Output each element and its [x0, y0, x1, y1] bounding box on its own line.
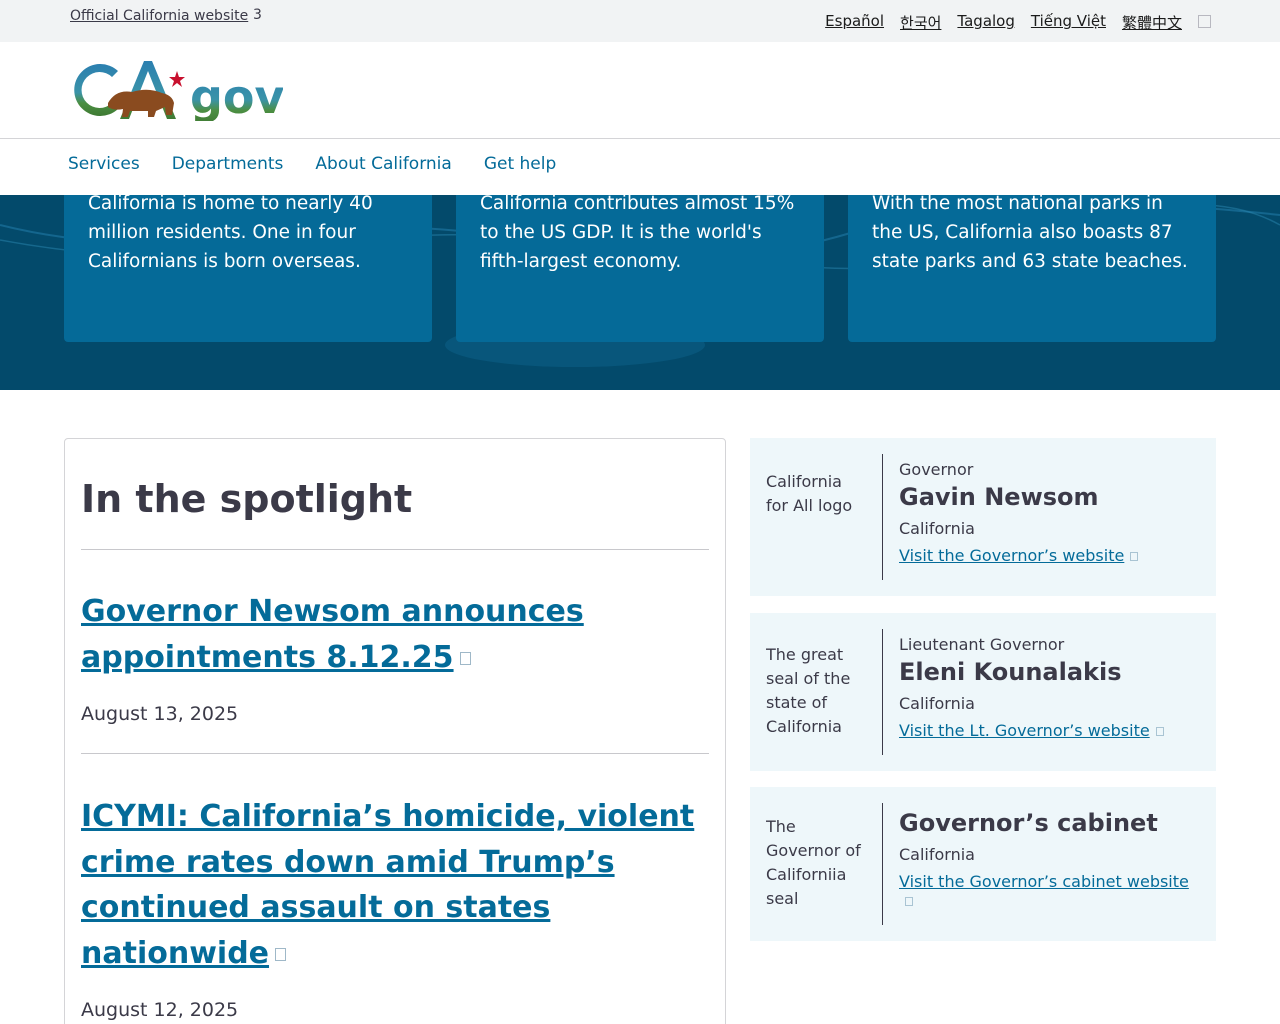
lang-espanol[interactable]: Español [825, 12, 884, 33]
card-divider [882, 454, 883, 580]
official-name: Eleni Kounalakis [899, 658, 1122, 686]
official-card-lt-governor: The great seal of the state of Californi… [750, 613, 1216, 771]
external-link-icon [1155, 727, 1164, 736]
stat-card-economy: California contributes almost 15% to the… [456, 195, 824, 342]
stat-card-parks: With the most national parks in the US, … [848, 195, 1216, 342]
governor-website-link[interactable]: Visit the Governor’s website [899, 546, 1139, 565]
hero-banner: California is home to nearly 40 million … [0, 195, 1280, 390]
official-card-cabinet: The Governor of Californiia seal Governo… [750, 787, 1216, 941]
external-link-icon [275, 947, 287, 961]
divider [81, 753, 709, 754]
lang-chinese[interactable]: 繁體中文 [1122, 12, 1182, 33]
svg-text:gov: gov [190, 70, 283, 121]
nav-get-help[interactable]: Get help [484, 154, 556, 174]
site-header: gov [0, 42, 1280, 139]
ca-gov-logo-icon: gov [74, 61, 285, 124]
lt-governor-website-link[interactable]: Visit the Lt. Governor’s website [899, 721, 1164, 740]
great-seal-image: The great seal of the state of Californi… [766, 645, 851, 736]
stat-card-text: With the most national parks in the US, … [872, 195, 1188, 272]
lang-korean[interactable]: 한국어 [900, 12, 941, 33]
news-headline-link[interactable]: ICYMI: California’s homicide, violent cr… [81, 794, 711, 976]
cabinet-website-link[interactable]: Visit the Governor’s cabinet website [899, 872, 1189, 910]
news-date: August 13, 2025 [81, 703, 239, 725]
official-name: Governor’s cabinet [899, 809, 1158, 837]
official-role: Lieutenant Governor [899, 635, 1065, 654]
spotlight-title: In the spotlight [81, 477, 413, 521]
official-name: Gavin Newsom [899, 483, 1099, 511]
external-link-icon [1130, 552, 1139, 561]
language-list: Español 한국어 Tagalog Tiếng Việt 繁體中文 [825, 12, 1182, 33]
governor-seal-image: The Governor of Californiia seal [766, 817, 861, 908]
divider [81, 549, 709, 550]
official-california-link[interactable]: Official California website [70, 8, 248, 24]
news-date: August 12, 2025 [81, 999, 239, 1021]
nav-about-california[interactable]: About California [315, 154, 451, 174]
main-nav: Services Departments About California Ge… [0, 139, 1280, 195]
chevron-down-icon[interactable]: 3 [253, 7, 262, 23]
stat-card-text: California contributes almost 15% to the… [480, 195, 795, 272]
card-divider [882, 803, 883, 925]
nav-services[interactable]: Services [68, 154, 140, 174]
official-place: California [899, 694, 975, 713]
lang-tagalog[interactable]: Tagalog [957, 12, 1014, 33]
external-link-icon [905, 897, 913, 906]
utility-bar: Official California website 3 Español 한국… [0, 0, 1280, 42]
official-role: Governor [899, 460, 974, 479]
card-divider [882, 629, 883, 755]
ca-gov-logo[interactable]: gov [68, 59, 285, 124]
news-headline-link[interactable]: Governor Newsom announces appointments 8… [81, 589, 711, 680]
stat-card-population: California is home to nearly 40 million … [64, 195, 432, 342]
spotlight-panel: In the spotlight Governor Newsom announc… [64, 438, 726, 1024]
california-for-all-logo: California for All logo [766, 472, 853, 515]
external-link-icon [459, 651, 471, 665]
nav-departments[interactable]: Departments [172, 154, 284, 174]
stat-card-text: California is home to nearly 40 million … [88, 195, 373, 272]
official-place: California [899, 519, 975, 538]
official-place: California [899, 845, 975, 864]
official-card-governor: California for All logo Governor Gavin N… [750, 438, 1216, 596]
lang-vietnamese[interactable]: Tiếng Việt [1031, 12, 1106, 33]
settings-icon[interactable] [1198, 15, 1211, 28]
